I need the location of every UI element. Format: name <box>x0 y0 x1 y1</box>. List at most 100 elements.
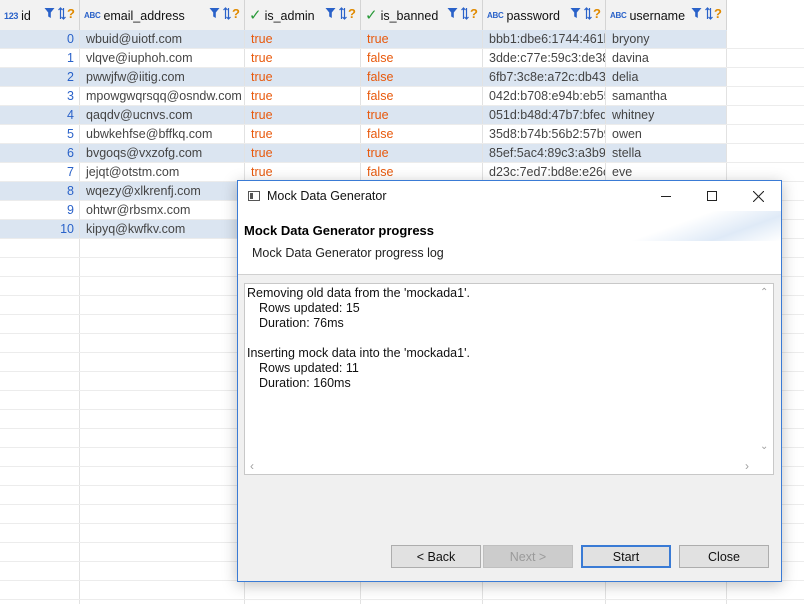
maximize-button[interactable] <box>689 181 735 211</box>
help-icon[interactable]: ? <box>232 7 240 20</box>
table-row[interactable]: 4 qaqdv@ucnvs.com true true 051d:b48d:47b7:b… <box>0 106 727 125</box>
column-header-id[interactable]: 123 id? <box>0 0 80 31</box>
cell-is-banned[interactable]: false <box>361 87 483 106</box>
filter-icon[interactable] <box>209 7 222 20</box>
sort-icon[interactable] <box>223 7 231 20</box>
progress-log[interactable]: Removing old data from the 'mockada1'. Ro… <box>244 283 774 475</box>
column-header-is-banned[interactable]: ✓ is_banned? <box>361 0 483 31</box>
cell-username[interactable]: stella <box>606 144 727 163</box>
cell-is-banned[interactable]: true <box>361 106 483 125</box>
filter-icon[interactable] <box>325 7 338 20</box>
cell-username[interactable]: bryony <box>606 30 727 49</box>
cell-email-address[interactable]: jejqt@otstm.com <box>80 163 245 182</box>
sort-icon[interactable] <box>584 7 592 20</box>
cell-password[interactable]: 051d:b48d:47b7:bfed <box>483 106 606 125</box>
cell-is-admin[interactable]: true <box>245 87 361 106</box>
help-icon[interactable]: ? <box>714 7 722 20</box>
filter-icon[interactable] <box>570 7 583 20</box>
minimize-button[interactable] <box>643 181 689 211</box>
cell-email-address[interactable]: ohtwr@rbsmx.com <box>80 201 245 220</box>
cell-username[interactable]: davina <box>606 49 727 68</box>
column-header-password[interactable]: ABC password? <box>483 0 606 31</box>
cell-email-address[interactable]: mpowgwqrsqq@osndw.com <box>80 87 245 106</box>
cell-password[interactable]: 85ef:5ac4:89c3:a3b9 <box>483 144 606 163</box>
cell-id[interactable]: 0 <box>0 30 80 49</box>
start-button[interactable]: Start <box>581 545 671 568</box>
cell-username[interactable]: samantha <box>606 87 727 106</box>
cell-is-banned[interactable]: false <box>361 68 483 87</box>
cell-username[interactable]: whitney <box>606 106 727 125</box>
column-header-email-address[interactable]: ABC email_address? <box>80 0 245 31</box>
cell-username[interactable]: delia <box>606 68 727 87</box>
cell-email-address[interactable]: qaqdv@ucnvs.com <box>80 106 245 125</box>
cell-id[interactable]: 8 <box>0 182 80 201</box>
vertical-scrollbar[interactable]: ⌃ ⌄ <box>756 284 773 459</box>
cell-is-admin[interactable]: true <box>245 68 361 87</box>
scroll-left-icon[interactable]: ‹ <box>250 460 254 472</box>
next-button[interactable]: Next > <box>483 545 573 568</box>
cell-is-admin[interactable]: true <box>245 49 361 68</box>
table-row[interactable]: 0 wbuid@uiotf.com true true bbb1:dbe6:1744:4… <box>0 30 727 49</box>
horizontal-scrollbar[interactable]: ‹ › <box>245 457 756 474</box>
scroll-down-icon[interactable]: ⌄ <box>760 442 768 452</box>
filter-icon[interactable] <box>691 7 704 20</box>
string-type-icon: ABC <box>84 11 101 20</box>
table-row[interactable]: 6 bvgoqs@vxzofg.com true true 85ef:5ac4:89c3… <box>0 144 727 163</box>
cell-is-admin[interactable]: true <box>245 144 361 163</box>
cell-password[interactable]: 6fb7:3c8e:a72c:db43 <box>483 68 606 87</box>
close-button[interactable]: Close <box>679 545 769 568</box>
cell-email-address[interactable]: pwwjfw@iitig.com <box>80 68 245 87</box>
cell-id[interactable]: 9 <box>0 201 80 220</box>
dialog-titlebar[interactable]: Mock Data Generator <box>238 181 781 211</box>
cell-id[interactable]: 7 <box>0 163 80 182</box>
scroll-right-icon[interactable]: › <box>745 460 749 472</box>
cell-username[interactable]: owen <box>606 125 727 144</box>
cell-password[interactable]: bbb1:dbe6:1744:461b <box>483 30 606 49</box>
cell-is-admin[interactable]: true <box>245 106 361 125</box>
column-header-username[interactable]: ABC username? <box>606 0 727 31</box>
cell-email-address[interactable]: wqezy@xlkrenfj.com <box>80 182 245 201</box>
sort-icon[interactable] <box>58 7 66 20</box>
sort-icon[interactable] <box>705 7 713 20</box>
cell-email-address[interactable]: wbuid@uiotf.com <box>80 30 245 49</box>
cell-id[interactable]: 4 <box>0 106 80 125</box>
cell-is-banned[interactable]: true <box>361 30 483 49</box>
cell-password[interactable]: 3dde:c77e:59c3:de38 <box>483 49 606 68</box>
cell-password[interactable]: 042d:b708:e94b:eb55 <box>483 87 606 106</box>
cell-is-banned[interactable]: false <box>361 49 483 68</box>
filter-icon[interactable] <box>447 7 460 20</box>
column-header-label: id <box>21 8 31 23</box>
table-row[interactable]: 3 mpowgwqrsqq@osndw.com true false 042d:b708… <box>0 87 727 106</box>
scroll-up-icon[interactable]: ⌃ <box>760 288 768 298</box>
cell-email-address[interactable]: vlqve@iuphoh.com <box>80 49 245 68</box>
cell-id[interactable]: 2 <box>0 68 80 87</box>
column-header-is-admin[interactable]: ✓ is_admin? <box>245 0 361 31</box>
table-row[interactable]: 2 pwwjfw@iitig.com true false 6fb7:3c8e:a72c… <box>0 68 727 87</box>
boolean-type-icon: ✓ <box>249 7 262 24</box>
cell-id[interactable]: 10 <box>0 220 80 239</box>
cell-is-admin[interactable]: true <box>245 125 361 144</box>
help-icon[interactable]: ? <box>470 7 478 20</box>
help-icon[interactable]: ? <box>593 7 601 20</box>
cell-is-banned[interactable]: true <box>361 144 483 163</box>
table-row[interactable]: 1 vlqve@iuphoh.com true false 3dde:c77e:59c3… <box>0 49 727 68</box>
cell-id[interactable]: 6 <box>0 144 80 163</box>
cell-email-address[interactable]: bvgoqs@vxzofg.com <box>80 144 245 163</box>
cell-email-address[interactable]: ubwkehfse@bffkq.com <box>80 125 245 144</box>
log-line: Duration: 160ms <box>259 376 351 390</box>
cell-email-address[interactable]: kipyq@kwfkv.com <box>80 220 245 239</box>
sort-icon[interactable] <box>461 7 469 20</box>
close-window-button[interactable] <box>735 181 781 211</box>
filter-icon[interactable] <box>44 7 57 20</box>
table-row[interactable]: 5 ubwkehfse@bffkq.com true false 35d8:b74b:5… <box>0 125 727 144</box>
back-button[interactable]: < Back <box>391 545 481 568</box>
help-icon[interactable]: ? <box>67 7 75 20</box>
help-icon[interactable]: ? <box>348 7 356 20</box>
cell-password[interactable]: 35d8:b74b:56b2:57b9 <box>483 125 606 144</box>
cell-is-admin[interactable]: true <box>245 30 361 49</box>
cell-id[interactable]: 1 <box>0 49 80 68</box>
cell-is-banned[interactable]: false <box>361 125 483 144</box>
sort-icon[interactable] <box>339 7 347 20</box>
cell-id[interactable]: 5 <box>0 125 80 144</box>
cell-id[interactable]: 3 <box>0 87 80 106</box>
